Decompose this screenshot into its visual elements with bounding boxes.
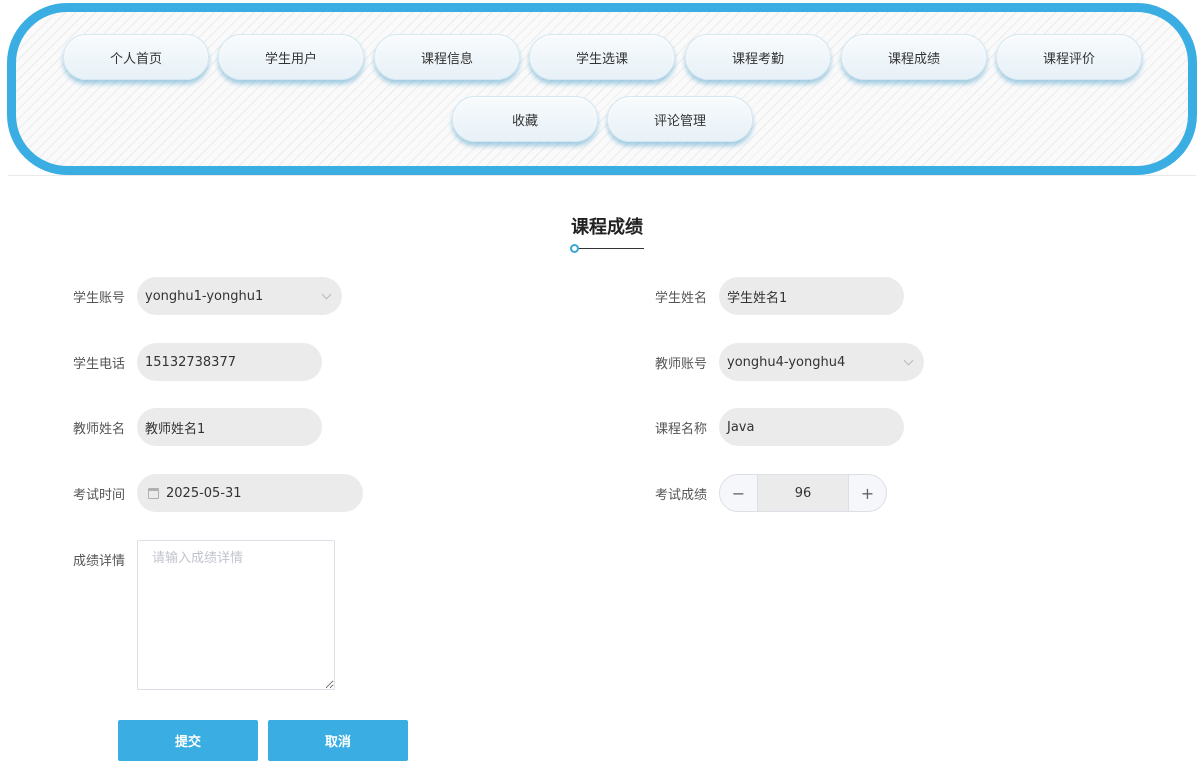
course-name-label: 课程名称 [655,422,708,437]
course-name-field[interactable]: Java [719,408,904,446]
student-account-select[interactable]: yonghu1-yonghu1 [137,277,342,315]
exam-time-value: 2025-05-31 [166,485,242,501]
nav-item-course-info[interactable]: 课程信息 [374,34,520,80]
nav-item-course-evaluation[interactable]: 课程评价 [996,34,1142,80]
chevron-down-icon [903,355,914,366]
nav-item-favorites[interactable]: 收藏 [452,96,598,142]
nav-item-course-selection[interactable]: 学生选课 [529,34,675,80]
calendar-icon [148,487,159,499]
teacher-name-value: 教师姓名1 [145,421,206,437]
exam-score-stepper[interactable]: − 96 + [719,474,887,512]
nav-item-course-scores[interactable]: 课程成绩 [841,34,987,80]
teacher-name-label: 教师姓名 [73,422,126,437]
teacher-name-field[interactable]: 教师姓名1 [137,408,322,446]
decrement-button[interactable]: − [720,475,758,511]
student-account-value: yonghu1-yonghu1 [145,288,264,304]
student-name-value: 学生姓名1 [727,290,788,306]
nav-item-comments[interactable]: 评论管理 [607,96,753,142]
cancel-button[interactable]: 取消 [268,720,408,761]
score-detail-textarea[interactable] [137,540,335,690]
student-name-label: 学生姓名 [655,291,708,306]
student-phone-field[interactable]: 15132738377 [137,343,322,381]
submit-button[interactable]: 提交 [118,720,258,761]
page-title: 课程成绩 [571,217,643,238]
nav-item-student-users[interactable]: 学生用户 [218,34,364,80]
student-phone-value: 15132738377 [145,354,236,370]
title-underline [574,248,644,249]
student-account-label: 学生账号 [73,291,126,306]
top-nav [7,3,1197,175]
title-dot-icon [570,244,579,253]
nav-item-home[interactable]: 个人首页 [63,34,209,80]
course-name-value: Java [727,419,755,435]
score-detail-label: 成绩详情 [73,554,126,569]
nav-divider [8,175,1196,176]
student-name-field[interactable]: 学生姓名1 [719,277,904,315]
exam-time-label: 考试时间 [73,488,126,503]
teacher-account-label: 教师账号 [655,357,708,372]
exam-time-picker[interactable]: 2025-05-31 [137,474,363,512]
teacher-account-value: yonghu4-yonghu4 [727,354,846,370]
nav-item-attendance[interactable]: 课程考勤 [685,34,831,80]
exam-score-label: 考试成绩 [655,488,708,503]
student-phone-label: 学生电话 [73,357,126,372]
increment-button[interactable]: + [848,475,886,511]
exam-score-value[interactable]: 96 [758,475,848,511]
chevron-down-icon [321,289,332,300]
teacher-account-select[interactable]: yonghu4-yonghu4 [719,343,924,381]
